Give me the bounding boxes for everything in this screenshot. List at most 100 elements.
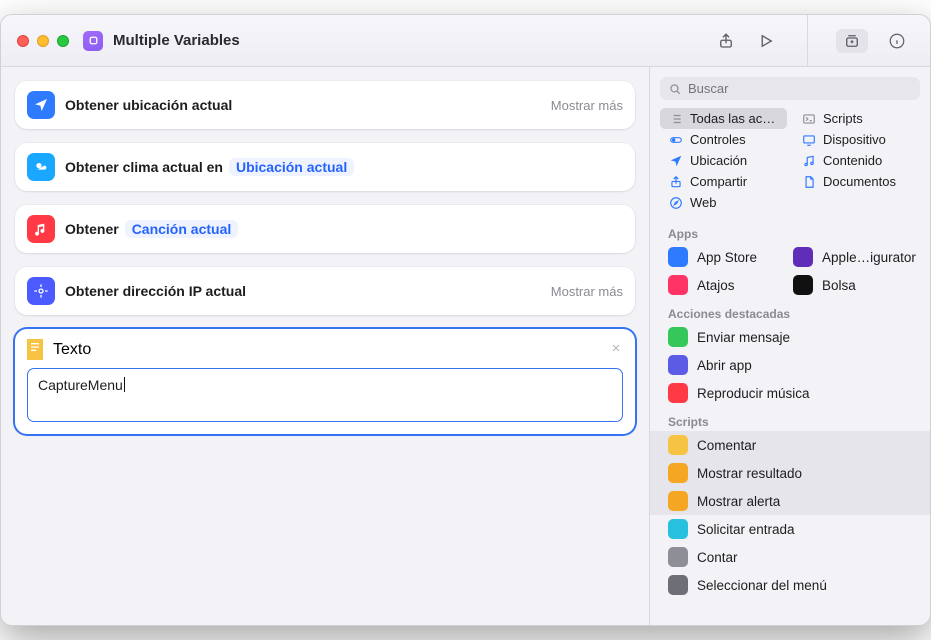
script-action[interactable]: Mostrar alerta bbox=[650, 487, 930, 515]
action-label: Obtener bbox=[65, 221, 119, 237]
music-icon bbox=[27, 215, 55, 243]
category-item[interactable]: Compartir bbox=[660, 171, 787, 192]
action-icon bbox=[668, 575, 688, 595]
category-label: Web bbox=[690, 195, 717, 210]
action-label: Seleccionar del menú bbox=[697, 578, 827, 593]
network-icon bbox=[27, 277, 55, 305]
show-more-button[interactable]: Mostrar más bbox=[541, 284, 623, 299]
doc-icon bbox=[801, 174, 816, 189]
switch-icon bbox=[668, 132, 683, 147]
text-icon bbox=[27, 339, 43, 360]
safari-icon bbox=[668, 195, 683, 210]
app-item[interactable]: Apple…igurator bbox=[775, 243, 930, 271]
featured-action[interactable]: Abrir app bbox=[650, 351, 930, 379]
traffic-lights bbox=[17, 35, 69, 47]
text-input[interactable]: CaptureMenu bbox=[27, 368, 623, 422]
featured-action[interactable]: Enviar mensaje bbox=[650, 323, 930, 351]
app-item[interactable]: Atajos bbox=[650, 271, 775, 299]
category-item[interactable]: Scripts bbox=[793, 108, 920, 129]
app-icon bbox=[793, 275, 813, 295]
category-label: Compartir bbox=[690, 174, 747, 189]
action-label: Mostrar alerta bbox=[697, 494, 780, 509]
script-action[interactable]: Contar bbox=[650, 543, 930, 571]
action-label: Mostrar resultado bbox=[697, 466, 802, 481]
featured-action[interactable]: Reproducir música bbox=[650, 379, 930, 407]
library-toggle-button[interactable] bbox=[836, 29, 868, 53]
script-action[interactable]: Mostrar resultado bbox=[650, 459, 930, 487]
weather-icon bbox=[27, 153, 55, 181]
list-icon bbox=[668, 111, 683, 126]
scripts-list: Comentar Mostrar resultado Mostrar alerta S… bbox=[650, 431, 930, 599]
terminal-icon bbox=[801, 111, 816, 126]
show-more-button[interactable]: Mostrar más bbox=[541, 98, 623, 113]
action-get-ip[interactable]: Obtener dirección IP actual Mostrar más bbox=[15, 267, 635, 315]
action-icon bbox=[668, 491, 688, 511]
action-get-song[interactable]: Obtener Canción actual bbox=[15, 205, 635, 253]
app-item[interactable]: Bolsa bbox=[775, 271, 930, 299]
app-label: Atajos bbox=[697, 278, 735, 293]
action-icon bbox=[668, 547, 688, 567]
shortcut-icon bbox=[83, 31, 103, 51]
search-input[interactable] bbox=[688, 81, 912, 96]
actions-library: Todas las acci... Scripts Controles Disposi… bbox=[649, 67, 930, 625]
featured-list: Enviar mensaje Abrir app Reproducir música bbox=[650, 323, 930, 407]
category-item[interactable]: Todas las acci... bbox=[660, 108, 787, 129]
zoom-window-button[interactable] bbox=[57, 35, 69, 47]
script-action[interactable]: Solicitar entrada bbox=[650, 515, 930, 543]
action-text[interactable]: Texto CaptureMenu bbox=[15, 329, 635, 434]
share-icon bbox=[668, 174, 683, 189]
display-icon bbox=[801, 132, 816, 147]
action-label: Enviar mensaje bbox=[697, 330, 790, 345]
action-label: Contar bbox=[697, 550, 738, 565]
remove-action-button[interactable] bbox=[607, 339, 625, 357]
action-get-location[interactable]: Obtener ubicación actual Mostrar más bbox=[15, 81, 635, 129]
category-item[interactable]: Controles bbox=[660, 129, 787, 150]
action-label: Obtener dirección IP actual bbox=[65, 283, 246, 299]
action-label: Texto bbox=[53, 341, 91, 358]
app-label: App Store bbox=[697, 250, 757, 265]
nav-icon bbox=[668, 153, 683, 168]
app-icon bbox=[668, 275, 688, 295]
text-value: CaptureMenu bbox=[38, 377, 123, 393]
category-item[interactable]: Ubicación bbox=[660, 150, 787, 171]
run-button[interactable] bbox=[755, 30, 777, 52]
action-icon bbox=[668, 355, 688, 375]
app-item[interactable]: App Store bbox=[650, 243, 775, 271]
action-icon bbox=[668, 383, 688, 403]
app-icon bbox=[668, 247, 688, 267]
action-icon bbox=[668, 435, 688, 455]
category-label: Scripts bbox=[823, 111, 863, 126]
action-label: Comentar bbox=[697, 438, 756, 453]
variable-pill[interactable]: Ubicación actual bbox=[229, 158, 354, 176]
category-item[interactable]: Contenido bbox=[793, 150, 920, 171]
action-label: Obtener ubicación actual bbox=[65, 97, 232, 113]
window-title: Multiple Variables bbox=[113, 32, 240, 49]
category-item[interactable]: Dispositivo bbox=[793, 129, 920, 150]
close-window-button[interactable] bbox=[17, 35, 29, 47]
section-header-featured: Acciones destacadas bbox=[650, 299, 930, 323]
search-field[interactable] bbox=[660, 77, 920, 100]
titlebar: Multiple Variables bbox=[1, 15, 930, 67]
variable-pill[interactable]: Canción actual bbox=[125, 220, 239, 238]
action-icon bbox=[668, 327, 688, 347]
window: Multiple Variables Obtener ubicaci bbox=[0, 14, 931, 626]
search-icon bbox=[668, 82, 682, 96]
category-item[interactable]: Web bbox=[660, 192, 787, 213]
action-get-weather[interactable]: Obtener clima actual en Ubicación actual bbox=[15, 143, 635, 191]
workflow-editor[interactable]: Obtener ubicación actual Mostrar más Obt… bbox=[1, 67, 649, 625]
app-icon bbox=[793, 247, 813, 267]
apps-grid: App Store Apple…igurator Atajos Bolsa bbox=[650, 243, 930, 299]
script-action[interactable]: Seleccionar del menú bbox=[650, 571, 930, 599]
action-icon bbox=[668, 463, 688, 483]
app-label: Bolsa bbox=[822, 278, 856, 293]
action-label: Obtener clima actual en bbox=[65, 159, 223, 175]
info-button[interactable] bbox=[886, 30, 908, 52]
action-label: Abrir app bbox=[697, 358, 752, 373]
location-icon bbox=[27, 91, 55, 119]
minimize-window-button[interactable] bbox=[37, 35, 49, 47]
script-action[interactable]: Comentar bbox=[650, 431, 930, 459]
category-item[interactable]: Documentos bbox=[793, 171, 920, 192]
category-label: Todas las acci... bbox=[690, 111, 779, 126]
share-button[interactable] bbox=[715, 30, 737, 52]
category-label: Ubicación bbox=[690, 153, 747, 168]
